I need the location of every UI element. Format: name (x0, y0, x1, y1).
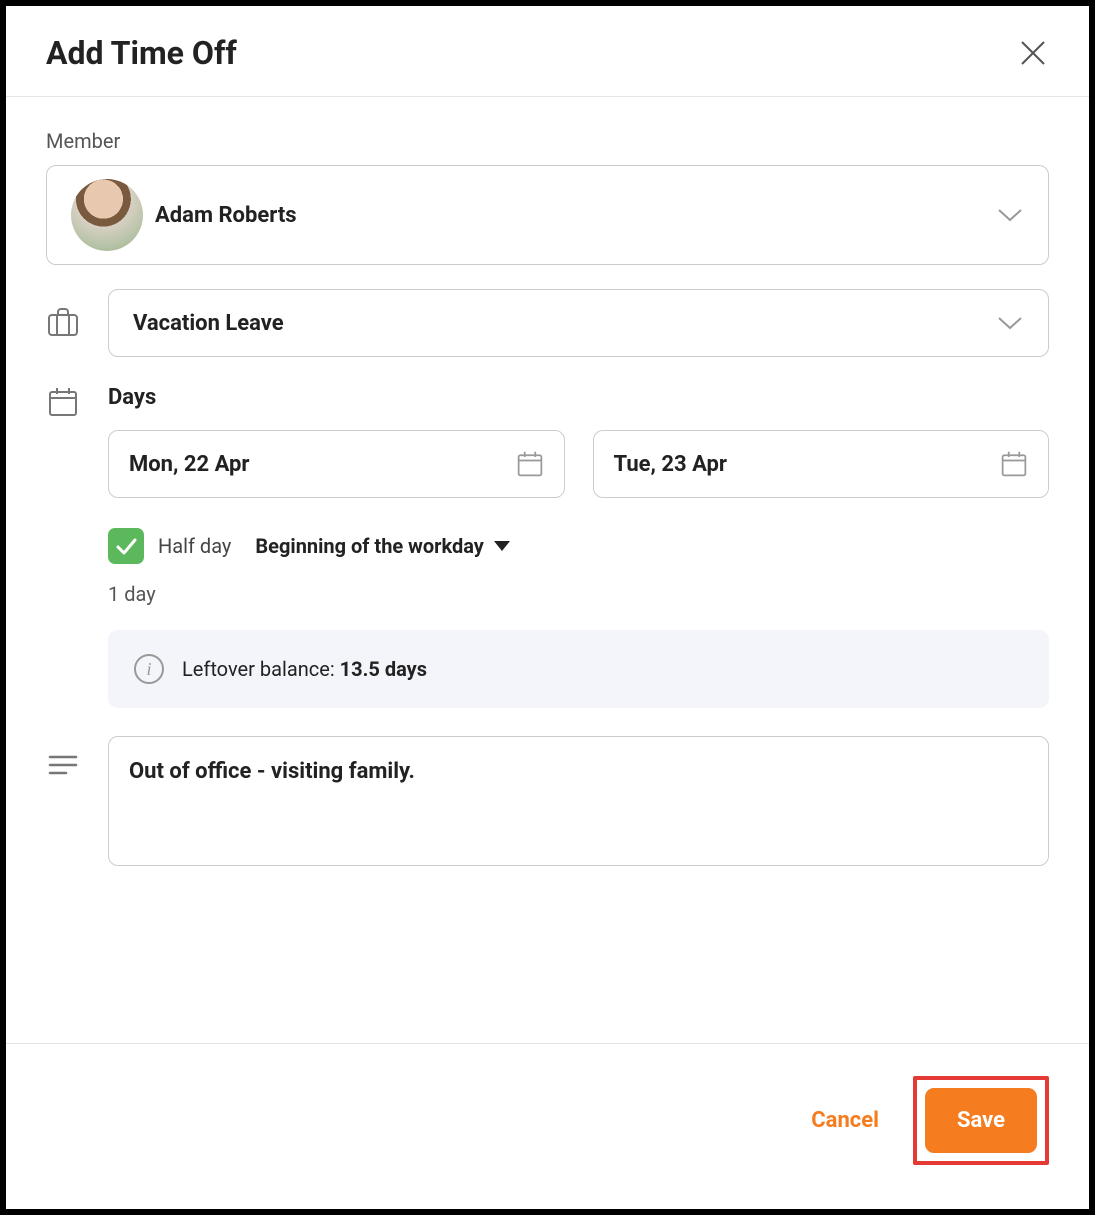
balance-text: Leftover balance: 13.5 days (182, 657, 427, 681)
dialog-footer: Cancel Save (6, 1043, 1089, 1209)
start-date-value: Mon, 22 Apr (129, 452, 516, 477)
member-name: Adam Roberts (155, 203, 996, 228)
member-avatar (71, 179, 143, 251)
member-label: Member (46, 129, 1049, 153)
cancel-button[interactable]: Cancel (801, 1088, 889, 1153)
half-day-portion-select[interactable]: Beginning of the workday (255, 534, 509, 558)
half-day-portion-value: Beginning of the workday (255, 534, 483, 558)
chevron-down-icon (996, 201, 1024, 229)
chevron-down-icon (996, 309, 1024, 337)
save-button[interactable]: Save (925, 1088, 1037, 1153)
end-date-input[interactable]: Tue, 23 Apr (593, 430, 1050, 498)
calendar-icon (1000, 450, 1028, 478)
balance-info: i Leftover balance: 13.5 days (108, 630, 1049, 708)
close-button[interactable] (1017, 37, 1049, 69)
days-label: Days (108, 385, 1049, 410)
check-icon (114, 534, 138, 558)
info-icon: i (134, 654, 164, 684)
member-select[interactable]: Adam Roberts (46, 165, 1049, 265)
save-button-highlight: Save (913, 1076, 1049, 1165)
half-day-label: Half day (158, 534, 231, 558)
notes-icon (46, 748, 80, 782)
leave-type-value: Vacation Leave (133, 311, 996, 336)
start-date-input[interactable]: Mon, 22 Apr (108, 430, 565, 498)
balance-value: 13.5 days (340, 657, 427, 681)
suitcase-icon (46, 305, 80, 339)
balance-prefix: Leftover balance: (182, 657, 340, 681)
calendar-icon (46, 385, 80, 419)
notes-input[interactable]: Out of office - visiting family. (108, 736, 1049, 866)
close-icon (1019, 39, 1047, 67)
dialog-header: Add Time Off (6, 6, 1089, 97)
calendar-icon (516, 450, 544, 478)
duration-text: 1 day (108, 582, 1049, 606)
leave-type-select[interactable]: Vacation Leave (108, 289, 1049, 357)
caret-down-icon (494, 541, 510, 551)
dialog-title: Add Time Off (46, 34, 237, 72)
half-day-checkbox[interactable] (108, 528, 144, 564)
end-date-value: Tue, 23 Apr (614, 452, 1001, 477)
